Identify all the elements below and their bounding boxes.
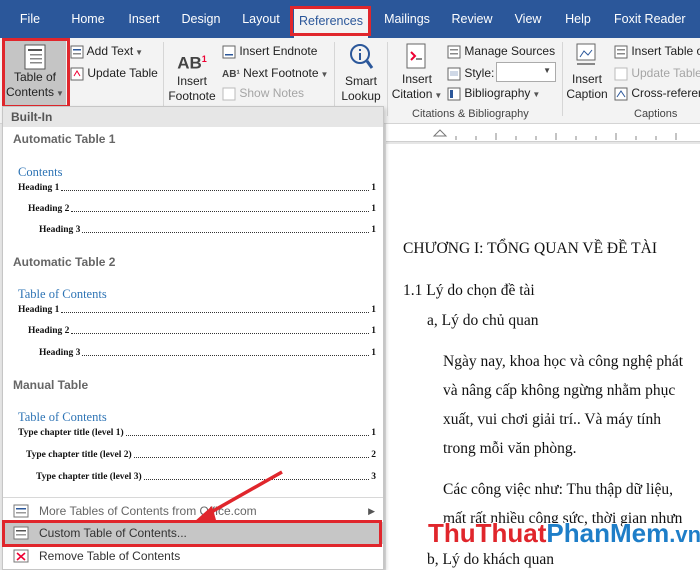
watermark-text: ThuThuatPhanMem.vn xyxy=(428,518,700,548)
watermark-logo: ThuThuatPhanMem.vn xyxy=(428,518,700,562)
annotation-arrow xyxy=(194,470,283,522)
